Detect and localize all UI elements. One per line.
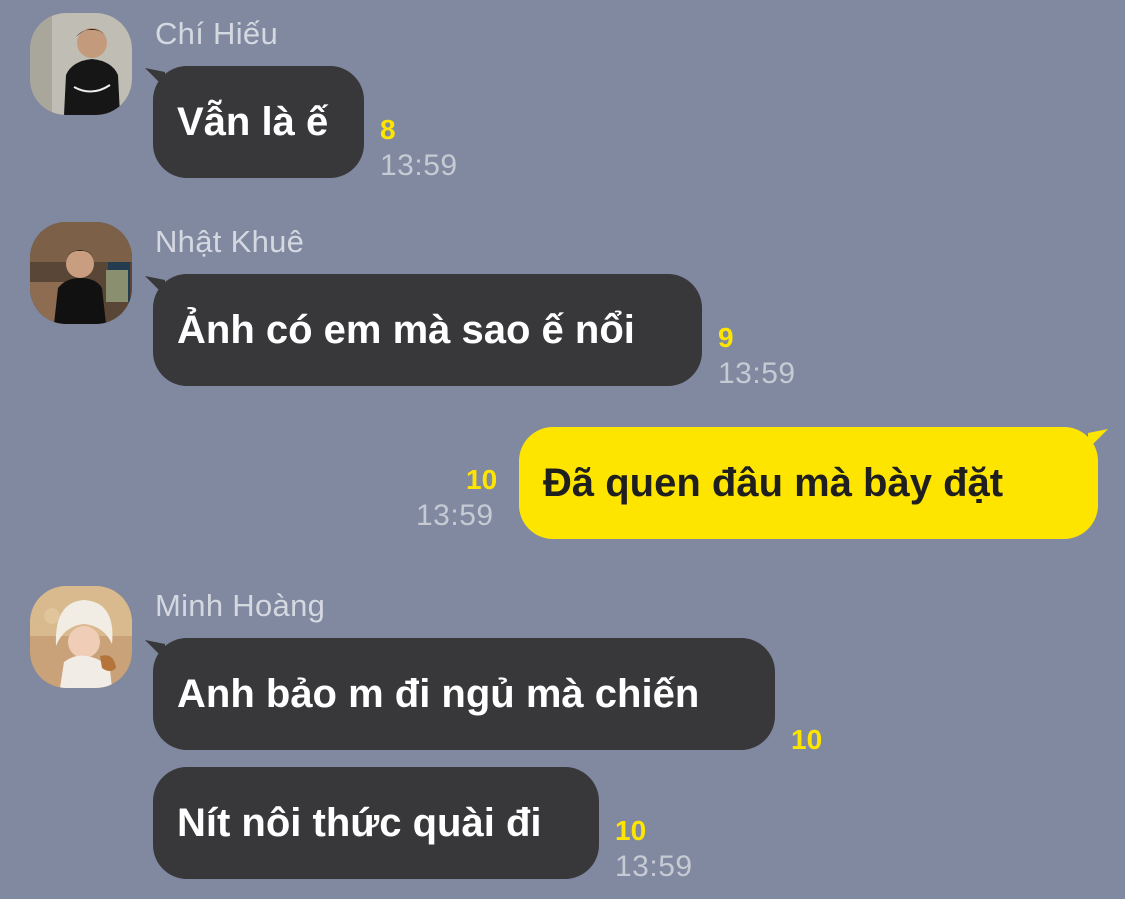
sender-name: Chí Hiếu (155, 16, 279, 51)
avatar-nhat-khue[interactable] (30, 222, 132, 324)
unread-count: 10 (466, 464, 498, 495)
message-text: Ảnh có em mà sao ế nổi (177, 307, 635, 352)
message-bubble[interactable]: Anh bảo m đi ngủ mà chiến (153, 638, 775, 750)
message-text: Nít nôi thức quài đi (177, 800, 542, 845)
unread-count: 8 (380, 114, 396, 145)
sender-name: Nhật Khuê (155, 224, 305, 259)
unread-count: 10 (791, 724, 823, 755)
message-bubble[interactable]: Nít nôi thức quài đi (153, 767, 599, 879)
message-bubble[interactable]: Vẫn là ế (153, 66, 364, 178)
message-text: Đã quen đâu mà bày đặt (543, 460, 1004, 505)
avatar-minh-hoang[interactable] (30, 586, 132, 688)
bubble-tail (1088, 429, 1108, 449)
message-bubble-outgoing[interactable]: Đã quen đâu mà bày đặt (519, 427, 1098, 539)
message-time: 13:59 (718, 357, 796, 390)
message-time: 13:59 (615, 850, 693, 883)
avatar-chi-hieu[interactable] (30, 13, 132, 115)
message-text: Anh bảo m đi ngủ mà chiến (177, 671, 700, 716)
message-time: 13:59 (380, 149, 458, 182)
unread-count: 9 (718, 322, 734, 353)
chat-room: Chí Hiếu Vẫn là ế 8 13:59 Nhật Khuê Ảnh … (0, 0, 1125, 899)
sender-name: Minh Hoàng (155, 588, 326, 623)
message-time: 13:59 (416, 499, 494, 532)
message-text: Vẫn là ế (177, 99, 329, 144)
unread-count: 10 (615, 815, 647, 846)
message-bubble[interactable]: Ảnh có em mà sao ế nổi (153, 274, 702, 386)
